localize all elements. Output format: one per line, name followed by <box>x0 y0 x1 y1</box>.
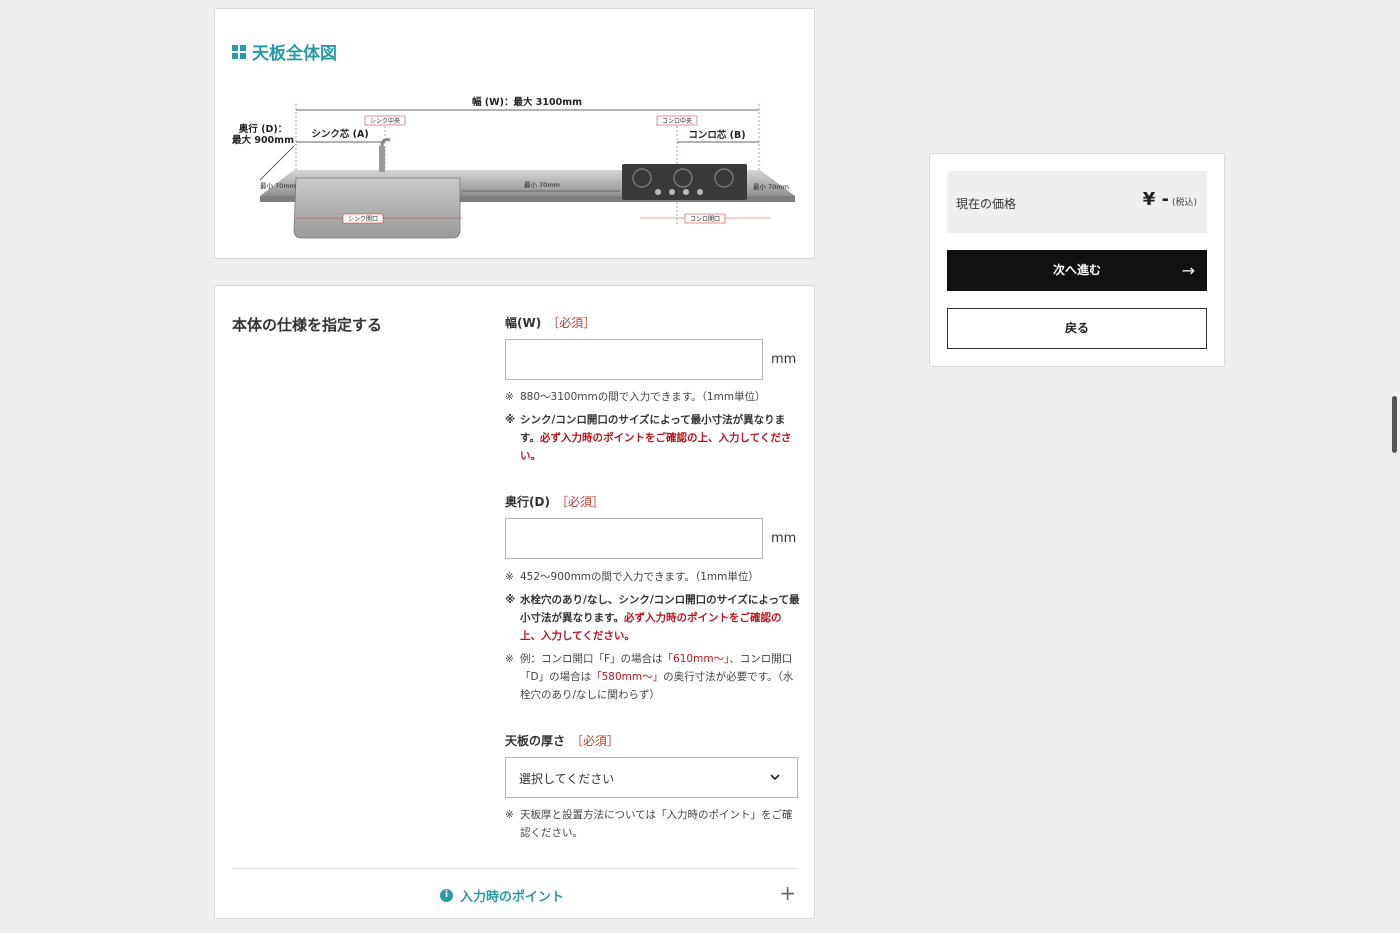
overview-title: 天板全体図 <box>232 39 337 64</box>
input-points-text: 入力時のポイント <box>460 890 565 905</box>
sink-bowl <box>293 177 461 239</box>
note-mark: ※ <box>505 414 516 426</box>
depth-input[interactable] <box>505 518 763 559</box>
thickness-note-text: 天板厚と設置方法については「入力時のポイント」をご確認ください。 <box>520 809 793 839</box>
min-right-label: 最小 70mm <box>753 182 789 191</box>
depth-note-2: ※ 水栓穴のあり/なし、シンク/コンロ開口のサイズによって最小寸法が異なります。必… <box>505 591 800 645</box>
note-mark: ※ <box>505 653 514 665</box>
depth-note-1-text: 452〜900mmの間で入力できます。（1mm単位） <box>520 571 759 583</box>
plus-icon[interactable]: + <box>779 883 796 903</box>
thickness-note: ※ 天板厚と設置方法については「入力時のポイント」をご確認ください。 <box>505 806 800 842</box>
depth-label: 奥行(D) ［必須］ <box>505 493 604 510</box>
thickness-label: 天板の厚さ ［必須］ <box>505 732 619 749</box>
sink-opening-tag: シンク開口 <box>348 216 378 223</box>
depth-unit: mm <box>771 531 797 546</box>
depth-dim-label-1: 奥行 (D)： <box>238 123 287 135</box>
next-button-label: 次へ進む <box>1052 263 1101 277</box>
depth-dim-label-2: 最大 900mm <box>232 134 294 146</box>
price-label: 現在の価格 <box>956 197 1017 211</box>
width-label: 幅(W) ［必須］ <box>505 314 595 331</box>
price-amount: ¥ - <box>1142 189 1169 210</box>
spec-title: 本体の仕様を指定する <box>232 316 383 334</box>
note-mark: ※ <box>505 809 514 821</box>
stove-core-label: コンロ芯 (B) <box>688 129 745 141</box>
required-badge: ［必須］ <box>555 495 604 509</box>
width-note-2: ※ シンク/コンロ開口のサイズによって最小寸法が異なります。必ず入力時のポイントを… <box>505 411 800 465</box>
arrow-right-icon: → <box>1181 261 1195 280</box>
stove-opening-tag: コンロ開口 <box>690 216 720 223</box>
overview-title-text: 天板全体図 <box>252 44 337 64</box>
required-badge: ［必須］ <box>571 734 620 748</box>
overview-card: 天板全体図 幅 (W)：最大 3100mm 奥行 (D)： 最大 900mm シ… <box>214 8 815 259</box>
input-points-accordion[interactable]: i 入力時のポイント + <box>232 869 798 919</box>
thickness-select[interactable]: 選択してください <box>505 757 798 798</box>
chevron-down-icon <box>770 774 780 781</box>
depth-note-3: ※ 例：コンロ開口「F」の場合は「610mm〜」、コンロ開口「D」の場合は「580… <box>505 650 800 704</box>
next-button[interactable]: 次へ進む → <box>947 250 1207 291</box>
thickness-label-text: 天板の厚さ <box>505 734 566 748</box>
depth-note-1: ※ 452〜900mmの間で入力できます。（1mm単位） <box>505 568 800 586</box>
price-box: 現在の価格 ¥ - (税込) <box>947 171 1207 233</box>
back-button[interactable]: 戻る <box>947 308 1207 349</box>
depth-note-3d: 「580mm〜」 <box>591 671 664 683</box>
spec-card: 本体の仕様を指定する 幅(W) ［必須］ mm ※ 880〜3100mmの間で入力で… <box>214 285 815 919</box>
width-note-1: ※ 880〜3100mmの間で入力できます。（1mm単位） <box>505 388 800 406</box>
input-points-label: i 入力時のポイント <box>440 886 564 905</box>
depth-label-text: 奥行(D) <box>505 495 550 509</box>
grid-icon <box>232 44 246 59</box>
thickness-select-value: 選択してください <box>519 772 615 786</box>
tax-label: (税込) <box>1171 198 1197 208</box>
sink-center-tag: シンク中央 <box>370 117 400 125</box>
note-mark: ※ <box>505 594 516 606</box>
depth-note-3a: 例：コンロ開口「F」の場合は <box>520 653 663 665</box>
depth-note-3b: 「610mm〜」 <box>662 653 730 665</box>
price-value: ¥ - (税込) <box>1143 189 1197 210</box>
width-input[interactable] <box>505 339 763 380</box>
scrollbar-thumb[interactable] <box>1392 396 1397 453</box>
width-unit: mm <box>771 352 797 367</box>
back-button-label: 戻る <box>1064 321 1089 335</box>
info-icon: i <box>440 889 453 902</box>
min-mid-label: 最小 70mm <box>524 180 560 189</box>
sink-core-label: シンク芯 (A) <box>311 128 368 140</box>
min-left-label: 最小 70mm <box>260 181 296 190</box>
countertop-diagram: 幅 (W)：最大 3100mm 奥行 (D)： 最大 900mm シンク中央 シ… <box>232 96 795 239</box>
width-dim-label: 幅 (W)：最大 3100mm <box>472 96 582 108</box>
note-mark: ※ <box>505 391 514 403</box>
stove-center-tag: コンロ中央 <box>662 117 692 125</box>
required-badge: ［必須］ <box>547 316 596 330</box>
price-panel: 現在の価格 ¥ - (税込) 次へ進む → 戻る <box>929 153 1225 367</box>
width-note-2b: 必ず入力時のポイントをご確認の上、入力してください。 <box>520 432 792 462</box>
width-label-text: 幅(W) <box>505 316 542 330</box>
note-mark: ※ <box>505 571 514 583</box>
width-note-1-text: 880〜3100mmの間で入力できます。（1mm単位） <box>520 391 766 403</box>
